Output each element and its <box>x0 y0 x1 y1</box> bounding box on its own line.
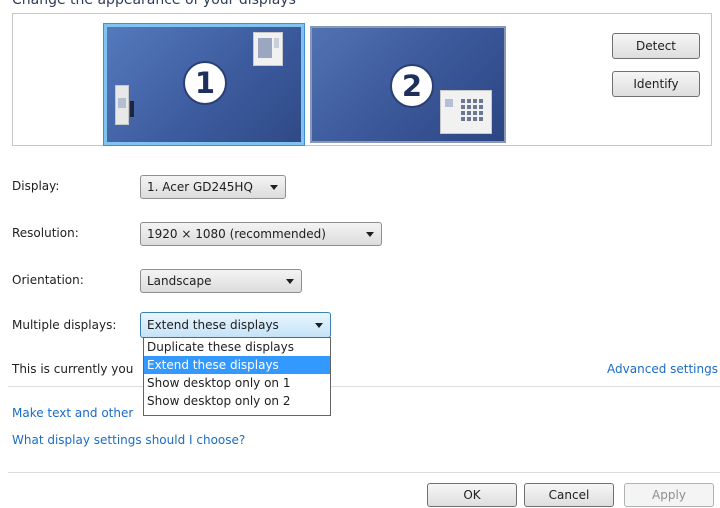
dropdown-option-duplicate[interactable]: Duplicate these displays <box>144 338 330 356</box>
monitor-number-1: 1 <box>183 61 227 105</box>
orientation-select[interactable]: Landscape <box>140 269 302 293</box>
ok-button[interactable]: OK <box>427 483 517 507</box>
divider <box>8 386 720 387</box>
window-thumbnail-icon <box>440 90 492 134</box>
current-display-status: This is currently you <box>12 362 134 376</box>
apply-button[interactable]: Apply <box>624 483 714 507</box>
cancel-button[interactable]: Cancel <box>524 483 614 507</box>
window-edge-icon <box>130 101 134 117</box>
orientation-select-value: Landscape <box>147 274 212 288</box>
chevron-down-icon <box>315 323 323 328</box>
display-settings-help-link[interactable]: What display settings should I choose? <box>12 433 245 447</box>
resolution-label: Resolution: <box>12 226 79 240</box>
multiple-displays-dropdown-list: Duplicate these displays Extend these di… <box>143 337 331 416</box>
dropdown-option-extend[interactable]: Extend these displays <box>144 356 330 374</box>
chevron-down-icon <box>286 279 294 284</box>
multiple-displays-label: Multiple displays: <box>12 318 117 332</box>
page-title: Change the appearance of your displays <box>12 0 296 8</box>
dropdown-option-only-1[interactable]: Show desktop only on 1 <box>144 374 330 392</box>
display-label: Display: <box>12 179 60 193</box>
window-thumbnail-icon <box>115 85 129 125</box>
chevron-down-icon <box>366 232 374 237</box>
monitor-number-2: 2 <box>390 64 434 108</box>
identify-button[interactable]: Identify <box>612 71 700 97</box>
dropdown-option-only-2[interactable]: Show desktop only on 2 <box>144 392 330 410</box>
monitor-2[interactable]: 2 <box>310 26 506 143</box>
multiple-displays-select-value: Extend these displays <box>147 318 279 332</box>
display-select[interactable]: 1. Acer GD245HQ <box>140 175 286 199</box>
divider <box>8 472 720 473</box>
advanced-settings-link[interactable]: Advanced settings <box>607 362 718 376</box>
make-text-larger-link[interactable]: Make text and other <box>12 406 133 420</box>
display-select-value: 1. Acer GD245HQ <box>147 180 253 194</box>
monitor-1[interactable]: 1 <box>103 23 305 146</box>
detect-button[interactable]: Detect <box>612 33 700 59</box>
display-arrangement-preview: 1 2 Detect Identify <box>12 13 712 146</box>
orientation-label: Orientation: <box>12 273 84 287</box>
resolution-select-value: 1920 × 1080 (recommended) <box>147 227 326 241</box>
window-thumbnail-icon <box>253 32 283 66</box>
resolution-select[interactable]: 1920 × 1080 (recommended) <box>140 222 382 246</box>
multiple-displays-select[interactable]: Extend these displays <box>140 312 331 338</box>
chevron-down-icon <box>270 185 278 190</box>
